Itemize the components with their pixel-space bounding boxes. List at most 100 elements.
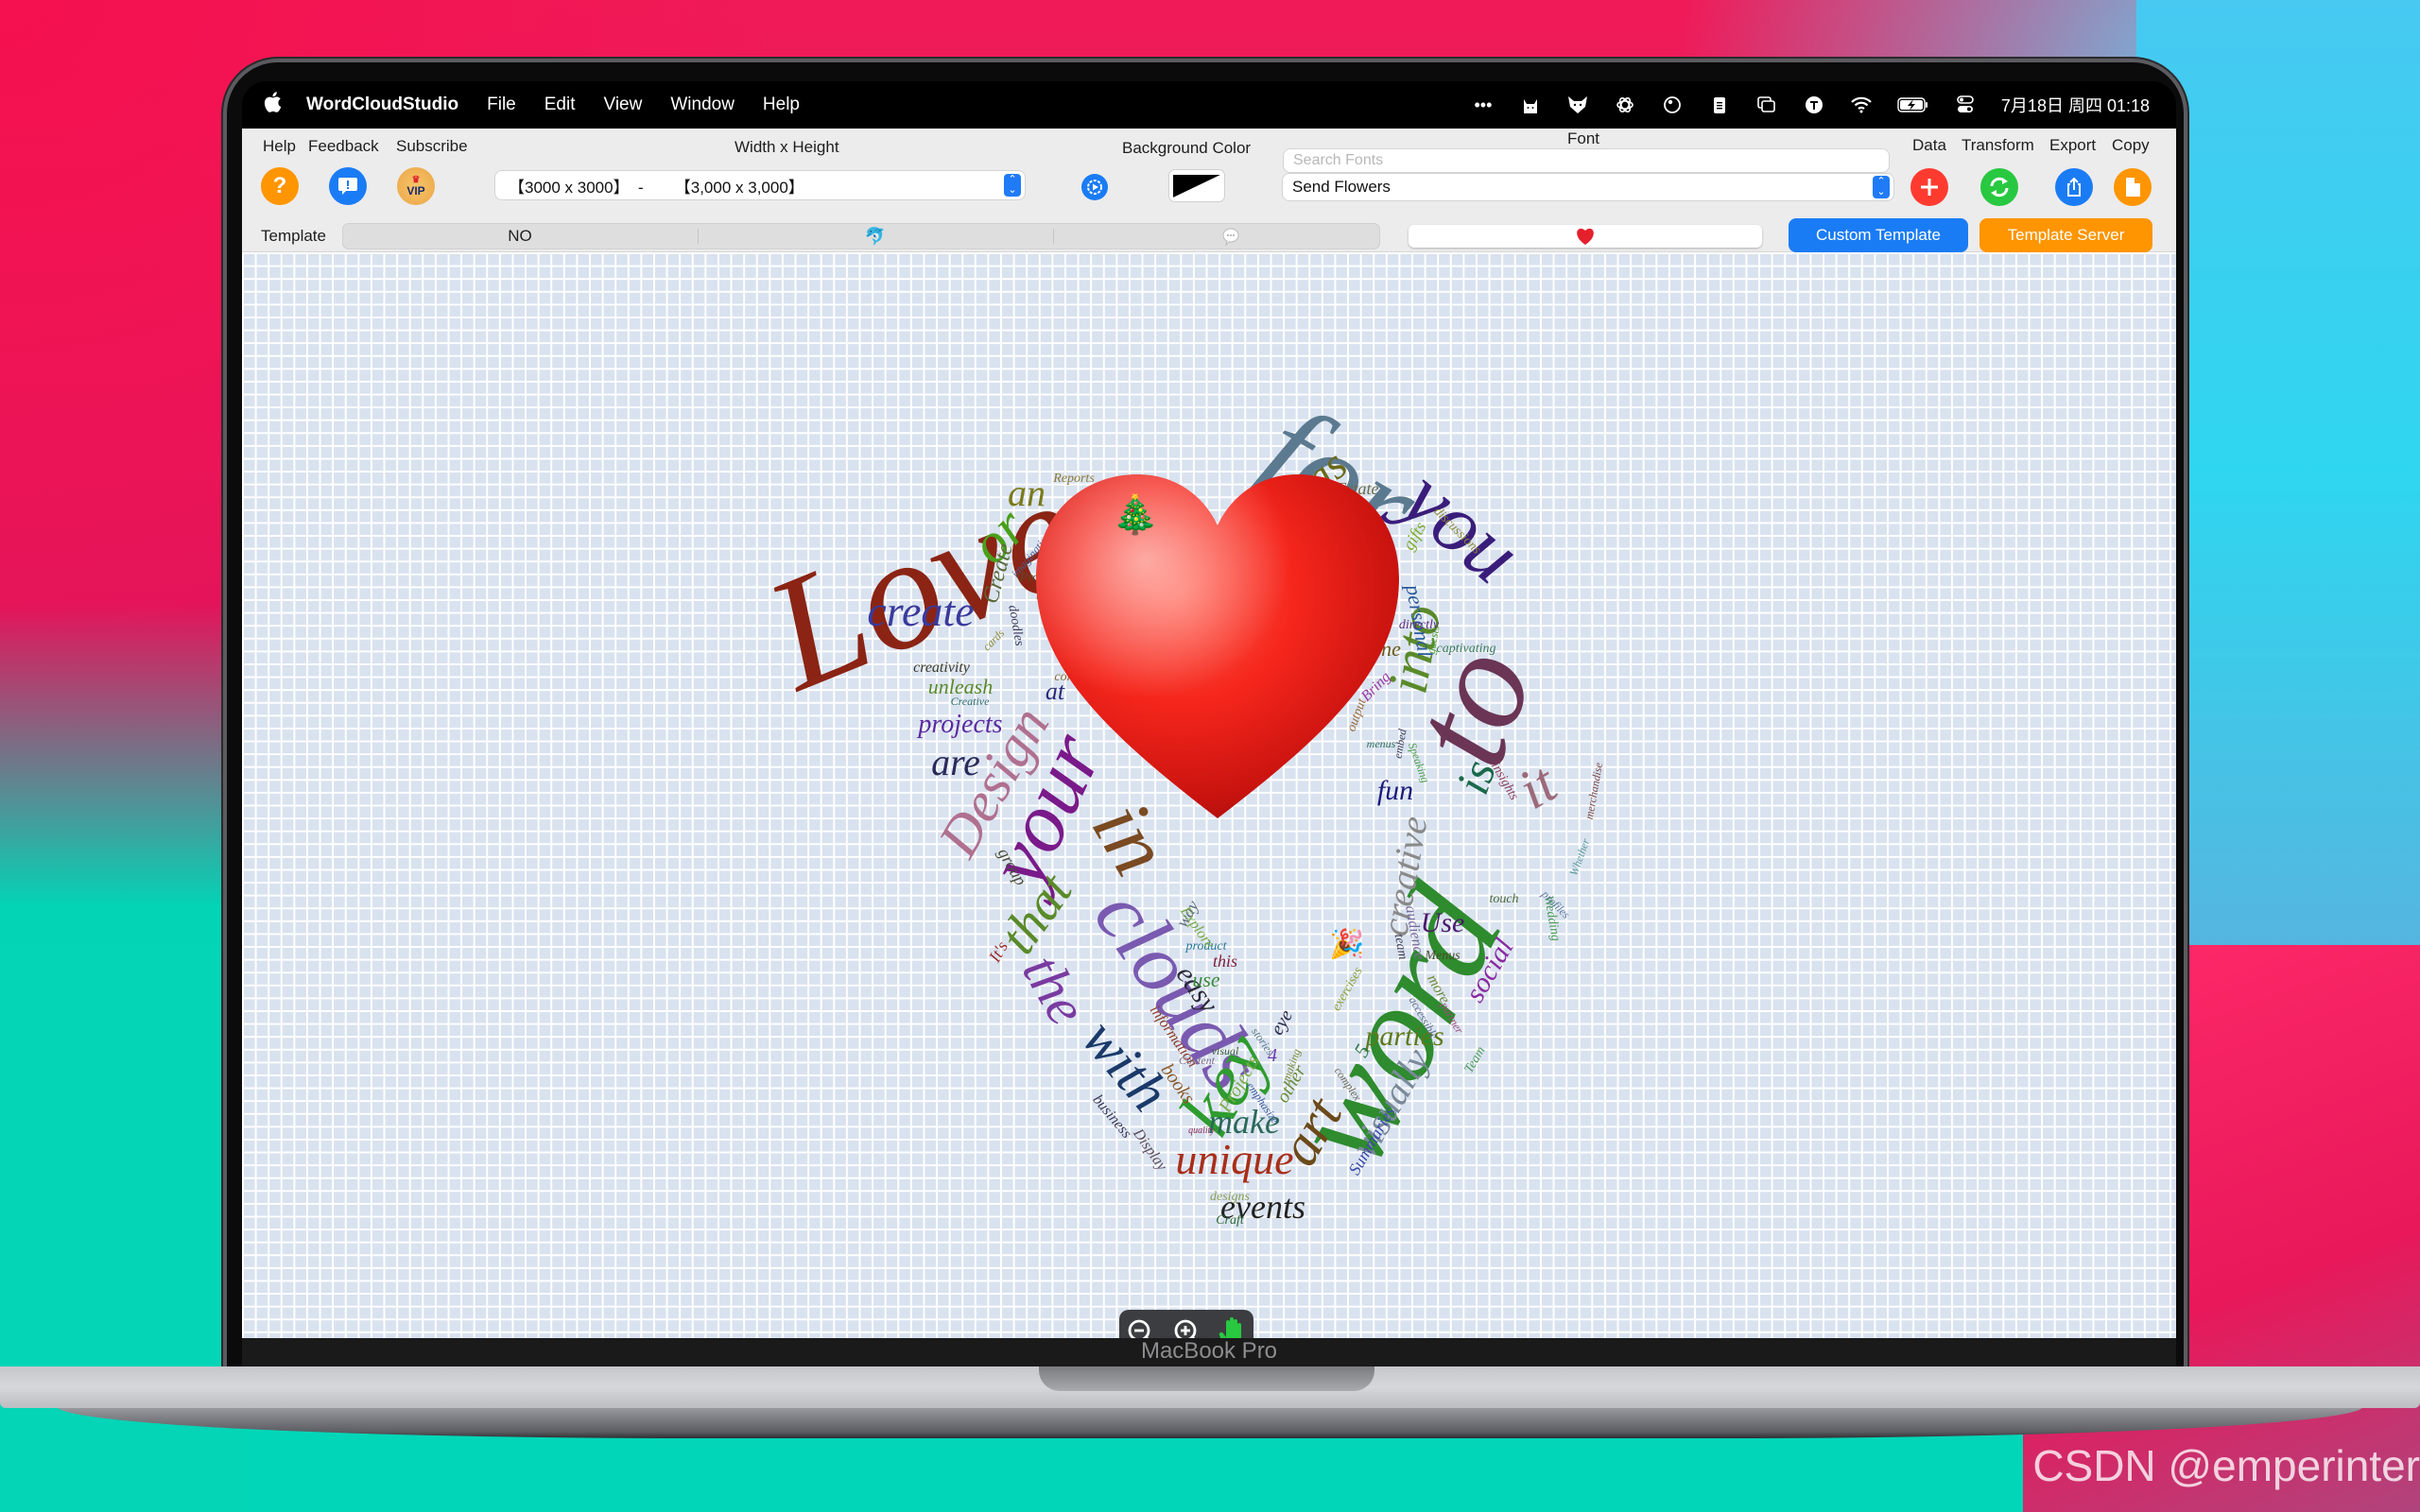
cloud-word: Whether bbox=[1566, 836, 1593, 878]
cloud-word: visual bbox=[1211, 1044, 1239, 1057]
add-data-button[interactable] bbox=[1910, 168, 1948, 206]
zoom-in-icon[interactable] bbox=[1172, 1317, 1204, 1338]
plus-icon bbox=[1921, 179, 1938, 196]
screen: WordCloudStudio File Edit View Window He… bbox=[242, 81, 2176, 1338]
christmas-tree-emoji: 🎄 bbox=[1112, 494, 1159, 536]
cloud-word: use bbox=[1192, 968, 1220, 991]
size-label: Width x Height bbox=[735, 138, 839, 156]
status-tray: ••• 7月18日 周四 01:18 bbox=[1472, 81, 2150, 129]
template-server-button[interactable]: Template Server bbox=[1979, 218, 2152, 252]
cloud-word: Craft bbox=[1216, 1213, 1244, 1228]
color-swatch-icon bbox=[1173, 174, 1220, 198]
size-settings-button[interactable] bbox=[1081, 174, 1108, 200]
cloud-word: are bbox=[931, 741, 980, 783]
font-select[interactable]: Send Flowers ⌃ ⌄ bbox=[1283, 174, 1893, 200]
cloud-word: create bbox=[867, 587, 975, 635]
cloud-word: Display bbox=[1130, 1125, 1170, 1174]
feedback-bubble-icon bbox=[338, 178, 357, 195]
cloud-word: creativity bbox=[913, 660, 970, 676]
app-menu[interactable]: WordCloudStudio bbox=[306, 94, 458, 115]
cloud-word: this bbox=[1212, 952, 1238, 971]
more-icon[interactable]: ••• bbox=[1472, 94, 1495, 116]
laptop-chin: MacBook Pro bbox=[242, 1338, 2176, 1366]
background-color-well[interactable] bbox=[1169, 170, 1224, 201]
clipboard-icon[interactable] bbox=[1708, 94, 1731, 116]
battery-icon[interactable] bbox=[1897, 94, 1929, 116]
font-search-input[interactable]: Search Fonts bbox=[1284, 149, 1889, 172]
template-segmented-control: NO 🐬 bbox=[342, 223, 1762, 249]
export-label: Export bbox=[2049, 136, 2097, 154]
openai-icon[interactable] bbox=[1614, 94, 1636, 116]
heart-icon bbox=[1577, 228, 1594, 245]
refresh-icon bbox=[1990, 177, 2009, 198]
hand-icon[interactable] bbox=[1219, 1316, 1247, 1338]
document-icon bbox=[2126, 178, 2140, 197]
cloud-word: captivating bbox=[1436, 642, 1496, 656]
help-label: Help bbox=[263, 137, 296, 155]
cat-icon[interactable] bbox=[1519, 94, 1542, 116]
export-button[interactable] bbox=[2055, 168, 2093, 206]
wifi-icon[interactable] bbox=[1850, 94, 1873, 116]
watermark: CSDN @emperinter bbox=[2032, 1441, 2420, 1490]
t-icon[interactable] bbox=[1803, 94, 1825, 116]
transform-button[interactable] bbox=[1980, 168, 2018, 206]
subscribe-button[interactable]: ♛ VIP bbox=[397, 167, 435, 205]
device-label: MacBook Pro bbox=[1140, 1338, 1278, 1364]
cloud-word: quality bbox=[1188, 1125, 1215, 1136]
cloud-word: Content bbox=[1179, 1054, 1215, 1067]
template-option-dolphin[interactable]: 🐬 bbox=[698, 223, 1053, 249]
cloud-word: Use bbox=[1420, 907, 1465, 938]
stepper-icon: ⌃ ⌄ bbox=[1873, 176, 1890, 198]
size-value: 【3000 x 3000】 - 【3,000 x 3,000】 bbox=[509, 178, 804, 197]
party-popper-emoji: 🎉 bbox=[1329, 929, 1365, 960]
template-label: Template bbox=[261, 227, 326, 245]
font-label: Font bbox=[1567, 129, 1600, 147]
gear-play-icon bbox=[1087, 180, 1102, 195]
chat-bubble-icon[interactable] bbox=[1661, 94, 1684, 116]
cloud-word: it bbox=[1508, 751, 1566, 821]
cloud-word: unique bbox=[1175, 1135, 1294, 1183]
template-option-speech-bubble[interactable] bbox=[1053, 223, 1409, 249]
template-option-no[interactable]: NO bbox=[342, 223, 698, 249]
zoom-out-icon[interactable] bbox=[1126, 1317, 1158, 1338]
question-icon: ? bbox=[272, 173, 287, 198]
menu-edit[interactable]: Edit bbox=[544, 94, 576, 115]
clock[interactable]: 7月18日 周四 01:18 bbox=[2001, 93, 2150, 117]
windows-icon[interactable] bbox=[1755, 94, 1778, 116]
template-option-heart[interactable] bbox=[1409, 225, 1762, 248]
copy-label: Copy bbox=[2112, 136, 2150, 154]
menu-bar: WordCloudStudio File Edit View Window He… bbox=[242, 81, 2176, 129]
font-value: Send Flowers bbox=[1292, 178, 1391, 196]
dolphin-icon: 🐬 bbox=[864, 226, 887, 246]
feedback-label: Feedback bbox=[308, 137, 379, 155]
font-search-placeholder: Search Fonts bbox=[1293, 152, 1384, 168]
cloud-word: Menus bbox=[1425, 949, 1461, 963]
menu-help[interactable]: Help bbox=[763, 94, 800, 115]
data-label: Data bbox=[1912, 136, 1946, 154]
cloud-word: designs bbox=[1210, 1190, 1250, 1204]
zoom-controls bbox=[1119, 1310, 1253, 1338]
menu-window[interactable]: Window bbox=[670, 94, 735, 115]
menu-file[interactable]: File bbox=[487, 94, 516, 115]
wordcloud-canvas[interactable]: Loveforyoutowordcloudcloudsdatayourcreat… bbox=[242, 252, 2176, 1338]
feedback-button[interactable] bbox=[329, 167, 367, 205]
menu-view[interactable]: View bbox=[604, 94, 643, 115]
laptop-base-shadow bbox=[57, 1406, 2363, 1438]
copy-button[interactable] bbox=[2114, 168, 2152, 206]
cloud-word: merchandise bbox=[1582, 761, 1606, 821]
fox-icon[interactable] bbox=[1566, 94, 1589, 116]
center-heart-emoji bbox=[1036, 474, 1399, 818]
cloud-word: touch bbox=[1489, 892, 1519, 906]
cloud-word: Creative bbox=[950, 695, 990, 708]
background-color-label: Background Color bbox=[1122, 139, 1252, 157]
custom-template-button[interactable]: Custom Template bbox=[1789, 218, 1968, 252]
apple-icon[interactable] bbox=[263, 91, 284, 119]
cloud-word: the bbox=[1011, 943, 1099, 1036]
control-center-icon[interactable] bbox=[1954, 94, 1977, 116]
stepper-icon: ⌃ ⌄ bbox=[1004, 174, 1021, 197]
cloud-word: projects bbox=[918, 710, 1003, 739]
laptop-notch bbox=[1039, 1366, 1374, 1391]
help-button[interactable]: ? bbox=[261, 167, 299, 205]
size-select[interactable]: 【3000 x 3000】 - 【3,000 x 3,000】 ⌃ ⌄ bbox=[495, 171, 1025, 199]
cloud-word: 4 bbox=[1268, 1045, 1277, 1066]
